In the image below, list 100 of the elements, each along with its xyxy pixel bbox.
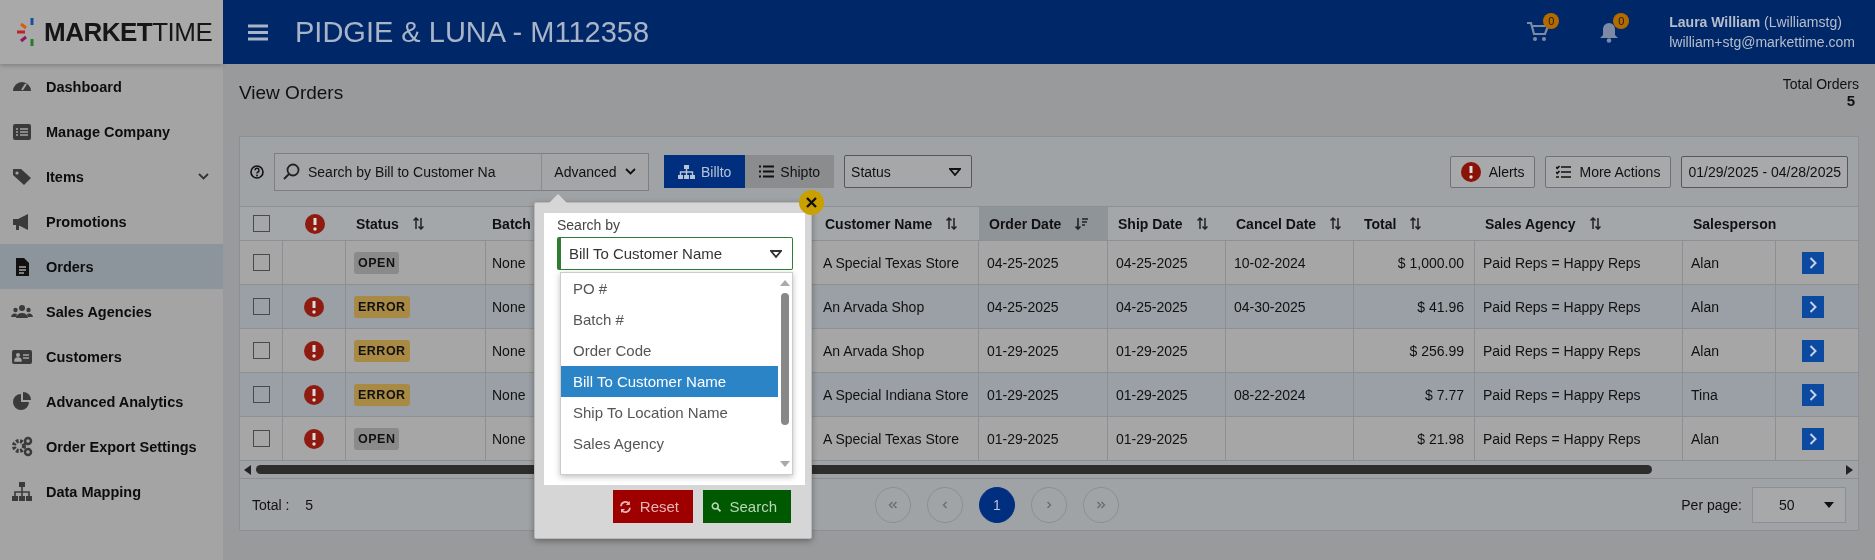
table-cell: Paid Reps = Happy Reps	[1483, 298, 1641, 315]
open-order-button[interactable]	[1802, 251, 1824, 274]
count-badge: 0	[1543, 13, 1560, 29]
table-cell: Alan	[1691, 430, 1720, 447]
table-cell: 10-02-2024	[1234, 254, 1306, 271]
per-page-dropdown[interactable]: 50	[1752, 486, 1846, 523]
column-header[interactable]: Cancel Date	[1226, 207, 1354, 240]
sidebar-item[interactable]: Data Mapping	[0, 469, 223, 514]
table-cell: Alan	[1691, 342, 1720, 359]
menu-button[interactable]	[248, 23, 268, 41]
bell-icon[interactable]	[1599, 21, 1620, 43]
open-order-button[interactable]	[1802, 295, 1824, 318]
chevron-right-icon	[1809, 388, 1817, 401]
table-cell: Alan	[1691, 254, 1720, 271]
sidebar-item[interactable]: Sales Agencies	[0, 289, 223, 334]
search-by-dropdown[interactable]: Bill To Customer Name	[557, 237, 793, 270]
search-button[interactable]: Search	[703, 490, 791, 523]
table-cell: None	[492, 430, 526, 447]
field-label: Search by	[557, 217, 622, 235]
sort-icon[interactable]	[1196, 217, 1208, 230]
column-header[interactable]: Customer Name	[815, 207, 979, 240]
total-orders-value: 5	[1846, 92, 1855, 109]
per-page-label: Per page:	[1681, 496, 1742, 513]
chevron-right-icon	[1809, 432, 1817, 445]
table-cell: Paid Reps = Happy Reps	[1483, 254, 1641, 271]
checkbox[interactable]	[252, 298, 270, 315]
dropdown-option[interactable]: Bill To Customer Name	[561, 366, 778, 397]
caret-icon	[770, 249, 782, 258]
menu-item-icon	[11, 390, 33, 413]
view-toggle[interactable]: Shipto	[745, 155, 835, 188]
sidebar-item[interactable]: Dashboard	[0, 64, 223, 109]
open-order-button[interactable]	[1802, 339, 1824, 362]
table-cell: None	[492, 298, 526, 315]
search-icon	[283, 163, 300, 180]
page-button[interactable]: 1	[979, 486, 1015, 523]
open-order-button[interactable]	[1802, 383, 1824, 406]
sidebar-item[interactable]: Orders	[0, 244, 223, 289]
help-icon[interactable]	[250, 164, 264, 179]
scroll-left-icon[interactable]	[244, 464, 252, 475]
table-cell: 04-25-2025	[1116, 254, 1188, 271]
date-range-picker[interactable]: 01/29/2025 - 04/28/2025	[1681, 155, 1848, 188]
table-cell: $ 1,000.00	[1397, 254, 1464, 271]
reset-button[interactable]: Reset	[613, 490, 693, 523]
alert-icon	[304, 296, 324, 317]
table-cell: 01-29-2025	[987, 342, 1059, 359]
column-header[interactable]: Order Date	[979, 207, 1108, 240]
sidebar-item[interactable]: Promotions	[0, 199, 223, 244]
menu-icon	[248, 23, 268, 41]
alert-icon	[304, 384, 324, 405]
table-cell: $ 256.99	[1409, 342, 1464, 359]
app-title: PIDGIE & LUNA - M112358	[295, 15, 650, 49]
close-icon	[806, 197, 817, 208]
table-cell: A Special Texas Store	[823, 254, 959, 271]
chevron-left-icon	[942, 500, 948, 509]
sort-icon[interactable]	[1589, 217, 1601, 230]
advanced-search-button[interactable]: Advanced	[542, 153, 648, 190]
table-cell: None	[492, 254, 526, 271]
table-cell: $ 7.77	[1425, 386, 1464, 403]
sidebar-item[interactable]: Manage Company	[0, 109, 223, 154]
column-header[interactable]: Sales Agency	[1475, 207, 1683, 240]
sidebar-item[interactable]: Advanced Analytics	[0, 379, 223, 424]
alerts-button[interactable]: Alerts	[1449, 155, 1536, 188]
chevron-icon	[198, 173, 209, 180]
sort-descending-icon[interactable]	[1075, 217, 1089, 230]
search-field[interactable]: Search by Bill to Customer Na	[308, 163, 526, 180]
alert-icon	[304, 213, 325, 234]
checkbox[interactable]	[252, 386, 270, 403]
sidebar-item[interactable]: Items	[0, 154, 223, 199]
table-cell: 01-29-2025	[1116, 342, 1188, 359]
table-cell: $ 21.98	[1417, 430, 1464, 447]
list-icon	[759, 165, 775, 178]
sort-icon[interactable]	[1330, 217, 1342, 230]
column-header[interactable]: Total	[1354, 207, 1475, 240]
more-actions-button[interactable]: More Actions	[1545, 155, 1672, 188]
status-badge: ERROR	[354, 383, 410, 406]
chevron-right-icon	[1809, 344, 1817, 357]
dropdown-option[interactable]: PO #	[561, 273, 778, 304]
table-cell: A Special Indiana Store	[823, 386, 969, 403]
checkbox[interactable]	[252, 342, 270, 359]
open-order-button[interactable]	[1802, 427, 1824, 450]
sidebar-item[interactable]: Order Export Settings	[0, 424, 223, 469]
checkbox[interactable]	[252, 430, 270, 447]
view-toggle[interactable]: Billto	[664, 155, 746, 188]
sort-icon[interactable]	[412, 217, 424, 230]
table-cell: None	[492, 386, 526, 403]
scroll-right-icon[interactable]	[1846, 464, 1854, 475]
cart-icon[interactable]	[1527, 22, 1550, 42]
checkbox[interactable]	[252, 254, 270, 271]
sort-icon[interactable]	[946, 217, 958, 230]
total-orders-label: Total Orders	[1782, 76, 1859, 92]
column-header[interactable]: Ship Date	[1108, 207, 1226, 240]
sort-icon[interactable]	[1410, 217, 1422, 230]
status-badge: ERROR	[354, 295, 410, 318]
table-cell: Paid Reps = Happy Reps	[1483, 386, 1641, 403]
sidebar-item[interactable]: Customers	[0, 334, 223, 379]
column-header: Salesperson	[1692, 214, 1776, 234]
checkbox[interactable]	[253, 215, 270, 232]
column-header[interactable]: Status	[346, 207, 486, 240]
table-cell: Paid Reps = Happy Reps	[1483, 430, 1641, 447]
status-dropdown[interactable]: Status	[844, 155, 973, 188]
